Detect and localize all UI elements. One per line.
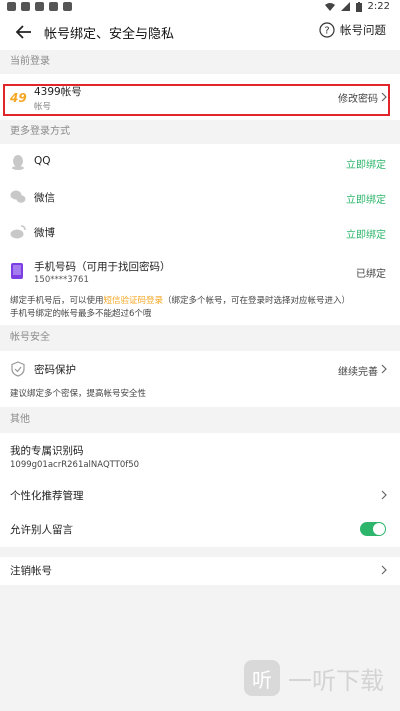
battery-icon: [355, 1, 362, 12]
bind-now-button[interactable]: 立即绑定: [346, 191, 386, 206]
phone-note-block: 绑定手机号后，可以使用短信验证码登录（绑定多个帐号，可在登录时选择对应帐号进入）…: [0, 291, 400, 325]
phone-note-line2: 手机号绑定的帐号最多不能超过6个哦: [10, 309, 152, 319]
back-arrow-icon[interactable]: [14, 22, 34, 42]
bind-now-button[interactable]: 立即绑定: [346, 226, 386, 241]
allow-comment-label: 允许别人留言: [10, 524, 73, 536]
status-bar: 2:22: [0, 0, 400, 14]
continue-improve-label[interactable]: 继续完善: [338, 363, 378, 378]
recommend-manage-label: 个性化推荐管理: [10, 490, 84, 502]
allow-comment-toggle[interactable]: [360, 522, 386, 536]
signal-icon: [340, 2, 350, 11]
password-protect-note: 建议绑定多个密保，提高帐号安全性: [10, 389, 147, 399]
font-status-icon: [63, 2, 72, 11]
shield-check-icon: [11, 361, 25, 377]
status-icons-right: 2:22: [324, 1, 390, 12]
watermark-logo-icon: 听: [244, 660, 280, 696]
phone-bound-status: 已绑定: [356, 269, 386, 280]
page-title: 帐号绑定、安全与隐私: [44, 27, 175, 42]
wifi-icon: [324, 3, 335, 11]
bug-status-icon: [49, 2, 58, 11]
notification-icon: [7, 2, 16, 11]
allow-comment-row: 允许别人留言: [0, 511, 400, 547]
login-method-qq[interactable]: QQ 立即绑定: [0, 144, 400, 179]
weibo-icon: [10, 225, 26, 239]
chevron-right-icon: [381, 364, 387, 374]
unique-id-value: 1099g01acrR261alNAQTT0f50: [10, 460, 140, 470]
bind-now-button[interactable]: 立即绑定: [346, 156, 386, 171]
login-method-label: 微信: [34, 192, 55, 204]
unique-id-label: 我的专属识别码: [10, 445, 84, 457]
highlight-box: [3, 84, 390, 116]
phone-icon: [11, 263, 23, 279]
phone-label: 手机号码（可用于找回密码）: [34, 261, 171, 273]
section-account-security: 帐号安全: [0, 325, 400, 351]
password-protect-row[interactable]: 密码保护 继续完善: [0, 351, 400, 385]
cancel-account-row[interactable]: 注销帐号: [0, 557, 400, 585]
phone-note-text: （绑定多个帐号，可在登录时选择对应帐号进入）: [163, 296, 351, 306]
cancel-account-label: 注销帐号: [10, 565, 52, 577]
phone-number: 150****3761: [34, 275, 89, 285]
wechat-icon: [10, 190, 26, 203]
phone-note-line1: 绑定手机号后，可以使用短信验证码登录（绑定多个帐号，可在登录时选择对应帐号进入）: [10, 295, 350, 307]
question-circle-icon: ?: [319, 22, 335, 38]
login-method-weibo[interactable]: 微博 立即绑定: [0, 214, 400, 249]
app-bar: 帐号绑定、安全与隐私 ? 帐号问题: [0, 14, 400, 50]
recommend-manage-row[interactable]: 个性化推荐管理: [0, 479, 400, 511]
watermark-text: 一听下载: [288, 666, 384, 695]
spacer: [0, 547, 400, 557]
app-status-icon: [35, 2, 44, 11]
login-method-wechat[interactable]: 微信 立即绑定: [0, 179, 400, 214]
status-icons-left: [7, 2, 72, 11]
password-protect-label: 密码保护: [34, 364, 76, 376]
section-more-login: 更多登录方式: [0, 120, 400, 144]
login-method-label: QQ: [34, 155, 51, 167]
section-current-login: 当前登录: [0, 50, 400, 74]
phone-row[interactable]: 手机号码（可用于找回密码） 150****3761 已绑定: [0, 249, 400, 291]
qq-icon: [12, 155, 24, 170]
unique-id-row: 我的专属识别码 1099g01acrR261alNAQTT0f50: [0, 433, 400, 479]
toggle-knob: [373, 523, 385, 535]
login-method-label: 微博: [34, 227, 55, 239]
account-help-label: 帐号问题: [340, 23, 386, 37]
watermark: 听 一听下载: [244, 660, 384, 696]
account-help-button[interactable]: ? 帐号问题: [319, 22, 386, 38]
section-other: 其他: [0, 407, 400, 433]
chevron-right-icon: [381, 565, 387, 575]
sms-login-link[interactable]: 短信验证码登录: [104, 296, 164, 306]
svg-text:?: ?: [324, 26, 329, 37]
password-note-block: 建议绑定多个密保，提高帐号安全性: [0, 385, 400, 407]
phone-note-text: 绑定手机号后，可以使用: [10, 296, 104, 306]
status-time: 2:22: [367, 1, 390, 12]
shield-status-icon: [21, 2, 30, 11]
chevron-right-icon: [381, 490, 387, 500]
